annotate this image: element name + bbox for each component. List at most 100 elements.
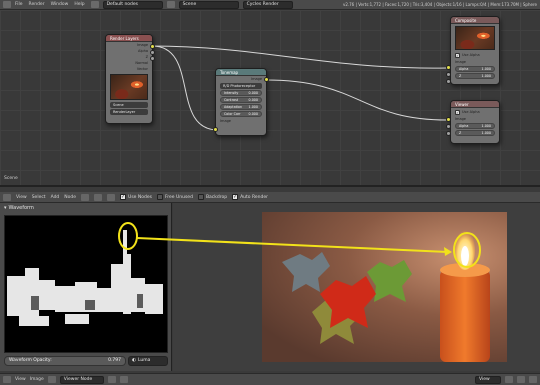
scene-stats: v2.76 | Verts:1,772 | Faces:1,720 | Tris… [342,2,537,7]
socket-composite-z-in[interactable] [446,79,451,84]
tonemap-input-label: Image [220,119,231,123]
editor-type-icon[interactable] [3,376,11,383]
checkbox-icon: ✓ [455,109,460,115]
render-layers-scene-select[interactable]: Scene [110,102,148,108]
checkbox-icon: ✓ [455,52,460,58]
menu-view[interactable]: View [16,195,27,200]
editor-type-icon[interactable] [3,193,11,201]
waveform-opacity-value: 0.797 [108,358,121,363]
socket-viewer-z-in[interactable] [446,131,451,136]
viewer-use-alpha[interactable]: ✓ Use Alpha [455,109,495,115]
field-value: 1.000 [248,105,258,109]
socket-image-out[interactable] [150,44,155,49]
waveform-mode-select[interactable]: ◐ Luma [128,355,168,366]
tonemap-contrast-field[interactable]: Contrast 0.000 [220,97,262,103]
composite-node[interactable]: Composite ✓ Use Alpha Image Alpha 1.000 Z 1… [450,16,500,85]
viewer-alpha-field[interactable]: Alpha 1.000 [455,123,495,129]
screen-layout-icon[interactable] [90,1,99,8]
tonemap-intensity-field[interactable]: Intensity 0.000 [220,90,262,96]
image-editor-area[interactable] [173,203,540,371]
waveform-title: Waveform [8,205,34,211]
render-engine-select[interactable]: Cycles Render [242,0,293,9]
menu-image[interactable]: Image [30,377,44,382]
field-value: 0.000 [248,91,258,95]
checkbox-icon [197,194,204,200]
render-layer-select[interactable]: RenderLayer [110,109,148,115]
auto-render-toggle[interactable]: ✓ Auto Render [232,194,268,200]
use-alpha-label: Use Alpha [462,53,480,57]
field-label: Intensity [224,91,239,95]
waveform-opacity-row: Waveform Opacity: 0.797 ◐ Luma [4,355,168,366]
scene-name-label: Scene [4,176,18,181]
backdrop-toggle[interactable]: Backdrop [197,194,228,200]
socket-tonemap-in[interactable] [213,127,218,132]
texture-nodes-icon[interactable] [107,193,116,201]
composite-z-field[interactable]: Z 1.000 [455,73,495,79]
image-editor-header: View Image Viewer Node View [0,373,540,385]
editor-type-icon[interactable] [3,1,11,8]
toggle-label: Use Nodes [128,194,152,200]
scene-icon[interactable] [166,1,175,8]
screen-layout-select[interactable]: Default nodes [102,0,163,9]
output-vector-label: Vector [136,67,148,71]
tonemap-color-corr-field[interactable]: Color Corr 0.000 [220,111,262,117]
field-value: 1.000 [481,124,491,128]
display-channels-icon[interactable] [505,376,513,383]
viewer-node[interactable]: Viewer ✓ Use Alpha Image Alpha 1.000 Z 1.00… [450,100,500,144]
compositing-nodes-icon[interactable] [94,193,103,201]
composite-use-alpha[interactable]: ✓ Use Alpha [455,52,495,58]
composite-image-input: Image [455,60,466,64]
sample-icon[interactable] [529,376,537,383]
toggle-label: Backdrop [205,194,228,200]
socket-composite-alpha-in[interactable] [446,72,451,77]
image-browse-icon[interactable] [47,376,56,383]
image-name-field[interactable]: Viewer Node [59,375,104,384]
waveform-opacity-slider[interactable]: Waveform Opacity: 0.797 [4,355,126,366]
scopes-icon[interactable] [517,376,525,383]
menu-window[interactable]: Window [51,2,69,7]
render-layers-node[interactable]: Render Layers Image Alpha Z Normal Vecto… [105,34,153,124]
tonemap-adaptation-field[interactable]: Adaptation 1.000 [220,104,262,110]
collapse-triangle-icon: ▾ [4,205,7,211]
use-nodes-toggle[interactable]: ✓ Use Nodes [120,194,152,200]
field-label: Alpha [459,67,469,71]
socket-z-out[interactable] [150,56,155,61]
viewer-image-input: Image [455,117,466,121]
free-unused-toggle[interactable]: Free Unused [156,194,193,200]
menu-file[interactable]: File [15,2,23,7]
socket-composite-image-in[interactable] [446,65,451,70]
scene-select[interactable]: Scene [178,0,239,9]
field-label: Adaptation [224,105,243,109]
menu-help[interactable]: Help [74,2,84,7]
viewer-z-field[interactable]: Z 1.000 [455,130,495,136]
socket-tonemap-out[interactable] [264,77,269,82]
menu-add[interactable]: Add [51,195,60,200]
view-mode-select[interactable]: View [475,375,501,384]
composite-alpha-field[interactable]: Alpha 1.000 [455,66,495,72]
shader-nodes-icon[interactable] [81,193,90,201]
menu-render[interactable]: Render [29,2,45,7]
socket-viewer-image-in[interactable] [446,117,451,122]
tonemap-output-label: Image [251,77,262,81]
menu-node[interactable]: Node [64,195,76,200]
scopes-panel: ▾ Waveform Waveform Opacity: 0.797 ◐ Lum… [0,203,172,371]
viewer-title: Viewer [451,101,499,108]
tonemap-node[interactable]: Tonemap Image R/D Photoreceptor Intensit… [215,68,267,136]
waveform-panel-header[interactable]: ▾ Waveform [0,203,171,213]
menu-select[interactable]: Select [32,195,46,200]
render-slot-icon[interactable] [119,376,128,383]
waveform-scope [4,215,168,353]
checkbox-icon: ✓ [120,194,127,200]
pin-icon[interactable] [107,376,116,383]
composite-title: Composite [451,17,499,24]
socket-alpha-out[interactable] [150,50,155,55]
socket-viewer-alpha-in[interactable] [446,124,451,129]
viewer-render-image [262,212,507,362]
render-layers-title: Render Layers [106,35,152,42]
render-layers-preview [110,74,148,100]
tonemap-type-select[interactable]: R/D Photoreceptor [220,83,262,89]
field-value: 0.000 [248,98,258,102]
field-label: Z [459,131,462,135]
menu-view[interactable]: View [15,377,26,382]
waveform-mode-label: Luma [137,358,151,363]
